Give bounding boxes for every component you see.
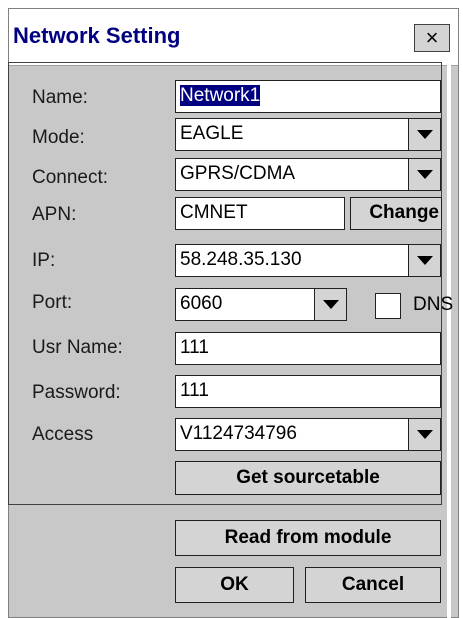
access-select[interactable]: V1124734796 xyxy=(175,418,441,451)
connect-label: Connect: xyxy=(32,167,109,188)
usr-name-label: Usr Name: xyxy=(32,337,123,358)
connect-select[interactable]: GPRS/CDMA xyxy=(175,158,441,191)
port-select[interactable]: 6060 xyxy=(175,288,347,321)
ip-dropdown-button[interactable] xyxy=(408,244,441,277)
apn-input[interactable]: CMNET xyxy=(175,197,345,230)
dialog-title: Network Setting xyxy=(13,23,181,48)
change-button[interactable]: Change xyxy=(350,197,442,230)
close-button[interactable]: × xyxy=(414,24,450,52)
read-from-module-button[interactable]: Read from module xyxy=(175,520,441,556)
connect-value: GPRS/CDMA xyxy=(175,158,409,191)
password-label: Password: xyxy=(32,382,121,403)
dns-label: DNS xyxy=(413,294,454,315)
mode-value: EAGLE xyxy=(175,118,409,151)
right-edge xyxy=(447,62,451,618)
password-input[interactable]: 111 xyxy=(175,375,441,408)
chevron-down-icon xyxy=(416,256,433,265)
mode-dropdown-button[interactable] xyxy=(408,118,441,151)
port-label: Port: xyxy=(32,292,73,313)
access-dropdown-button[interactable] xyxy=(408,418,441,451)
get-sourcetable-button[interactable]: Get sourcetable xyxy=(175,461,441,495)
ip-value: 58.248.35.130 xyxy=(175,244,409,277)
ip-label: IP: xyxy=(32,250,56,271)
close-icon: × xyxy=(425,25,439,50)
port-dropdown-button[interactable] xyxy=(314,288,347,321)
chevron-down-icon xyxy=(322,300,339,309)
name-value: Network1 xyxy=(180,85,261,106)
chevron-down-icon xyxy=(416,170,433,179)
chevron-down-icon xyxy=(416,430,433,439)
usr-name-input[interactable]: 111 xyxy=(175,332,441,365)
ok-button[interactable]: OK xyxy=(175,567,294,603)
name-input[interactable]: Network1 xyxy=(175,80,441,113)
access-label: Access xyxy=(32,424,94,445)
access-value: V1124734796 xyxy=(175,418,409,451)
connect-dropdown-button[interactable] xyxy=(408,158,441,191)
mode-label: Mode: xyxy=(32,127,85,148)
title-bar: Network Setting × xyxy=(9,9,458,66)
ip-select[interactable]: 58.248.35.130 xyxy=(175,244,441,277)
cancel-button[interactable]: Cancel xyxy=(305,567,441,603)
mode-select[interactable]: EAGLE xyxy=(175,118,441,151)
port-value: 6060 xyxy=(175,288,315,321)
chevron-down-icon xyxy=(416,130,433,139)
apn-label: APN: xyxy=(32,204,77,225)
dns-checkbox[interactable] xyxy=(375,293,401,319)
name-label: Name: xyxy=(32,87,88,108)
